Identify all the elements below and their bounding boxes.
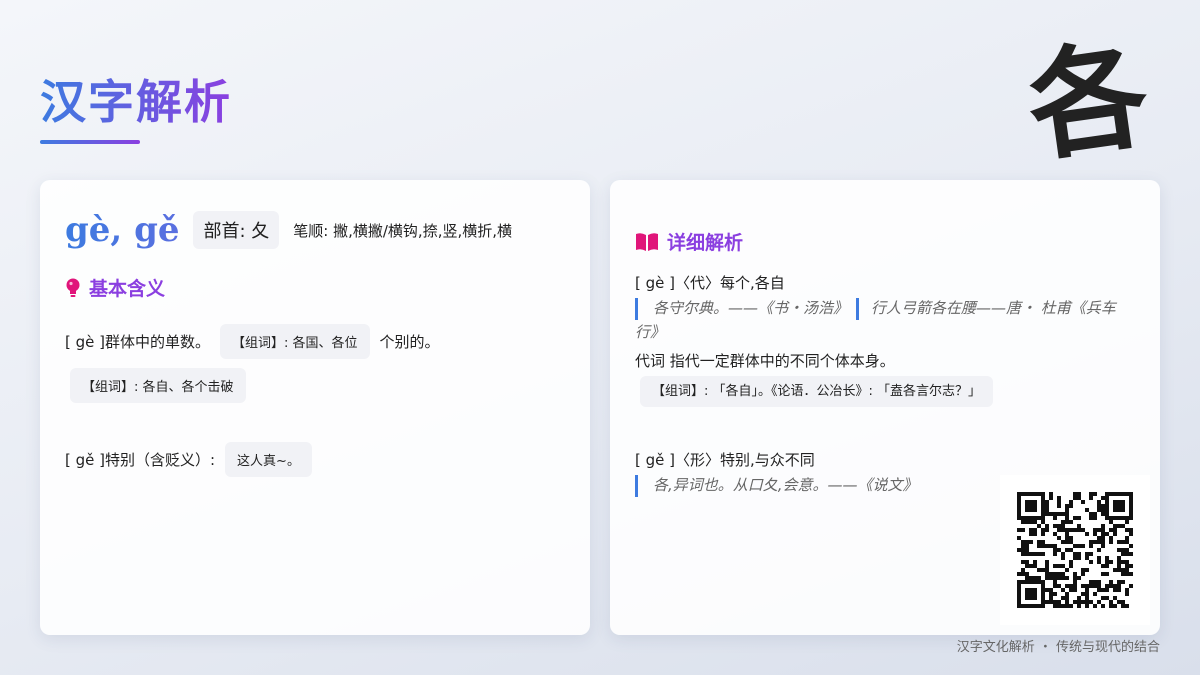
quote-bar xyxy=(856,297,860,320)
definition-ge4-extra: 【组词】: 各自、各个击破 xyxy=(70,368,246,403)
definition-ge4-tail: 个别的。 xyxy=(379,333,440,351)
qr-code[interactable] xyxy=(1000,475,1150,625)
featured-character: 各 xyxy=(1019,24,1157,178)
radical-badge: 部首: 夂 xyxy=(193,211,280,249)
quote-bar xyxy=(635,474,638,497)
qr-code-image xyxy=(1017,492,1133,608)
ge4-heading: [ gè ]〈代〉每个,各自 xyxy=(635,274,785,292)
ge4-quote-1: 各守尔典。——《书・汤浩》 xyxy=(653,299,849,317)
quote-bar xyxy=(635,297,638,320)
definition-ge3: [ gě ]特别（含贬义）: 这人真~。 xyxy=(65,442,312,477)
definition-ge4: [ gè ]群体中的单数。 【组词】: 各国、各位 个别的。 xyxy=(65,324,440,359)
ge4-quotes: 各守尔典。——《书・汤浩》 行人弓箭各在腰——唐・ 杜甫《兵车行》 xyxy=(635,296,1135,344)
lightbulb-icon xyxy=(65,278,81,298)
detail-title: 详细解析 xyxy=(667,232,744,254)
word-group-chip: 【组词】: 各国、各位 xyxy=(220,324,370,359)
pinyin-row: gè, gě 部首: 夂 笔顺: 撇,横撇/横钩,捺,竖,横折,横 xyxy=(65,210,512,250)
basic-meaning-title: 基本含义 xyxy=(89,278,166,300)
footer-text: 汉字文化解析 ・ 传统与现代的结合 xyxy=(956,640,1160,655)
word-group-chip: 【组词】: 「各自」。《论语．公冶长》: 「盍各言尔志？」 xyxy=(640,376,994,407)
basic-meaning-heading: 基本含义 xyxy=(65,274,165,301)
ge3-heading: [ gě ]〈形〉特别,与众不同 xyxy=(635,451,815,469)
title-underline xyxy=(40,140,140,144)
ge4-chip-wrap: 【组词】: 「各自」。《论语．公冶长》: 「盍各言尔志？」 xyxy=(640,376,994,407)
ge4-description: 代词 指代一定群体中的不同个体本身。 xyxy=(635,352,895,370)
definition-ge3-label: [ gě ]特别（含贬义）: xyxy=(65,451,216,469)
page-title: 汉字解析 xyxy=(40,72,232,132)
definition-ge4-label: [ gè ]群体中的单数。 xyxy=(65,333,210,351)
stroke-order: 笔顺: 撇,横撇/横钩,捺,竖,横折,横 xyxy=(293,221,512,240)
ge3-quote: 各,异词也。从口夂,会意。——《说文》 xyxy=(653,476,918,494)
detail-heading: 详细解析 xyxy=(635,228,743,255)
pinyin: gè, gě xyxy=(65,210,180,250)
word-group-chip: 【组词】: 各自、各个击破 xyxy=(70,368,246,403)
example-chip: 这人真~。 xyxy=(225,442,312,477)
basic-info-card: gè, gě 部首: 夂 笔顺: 撇,横撇/横钩,捺,竖,横折,横 基本含义 [… xyxy=(40,180,590,635)
book-icon xyxy=(635,232,659,252)
